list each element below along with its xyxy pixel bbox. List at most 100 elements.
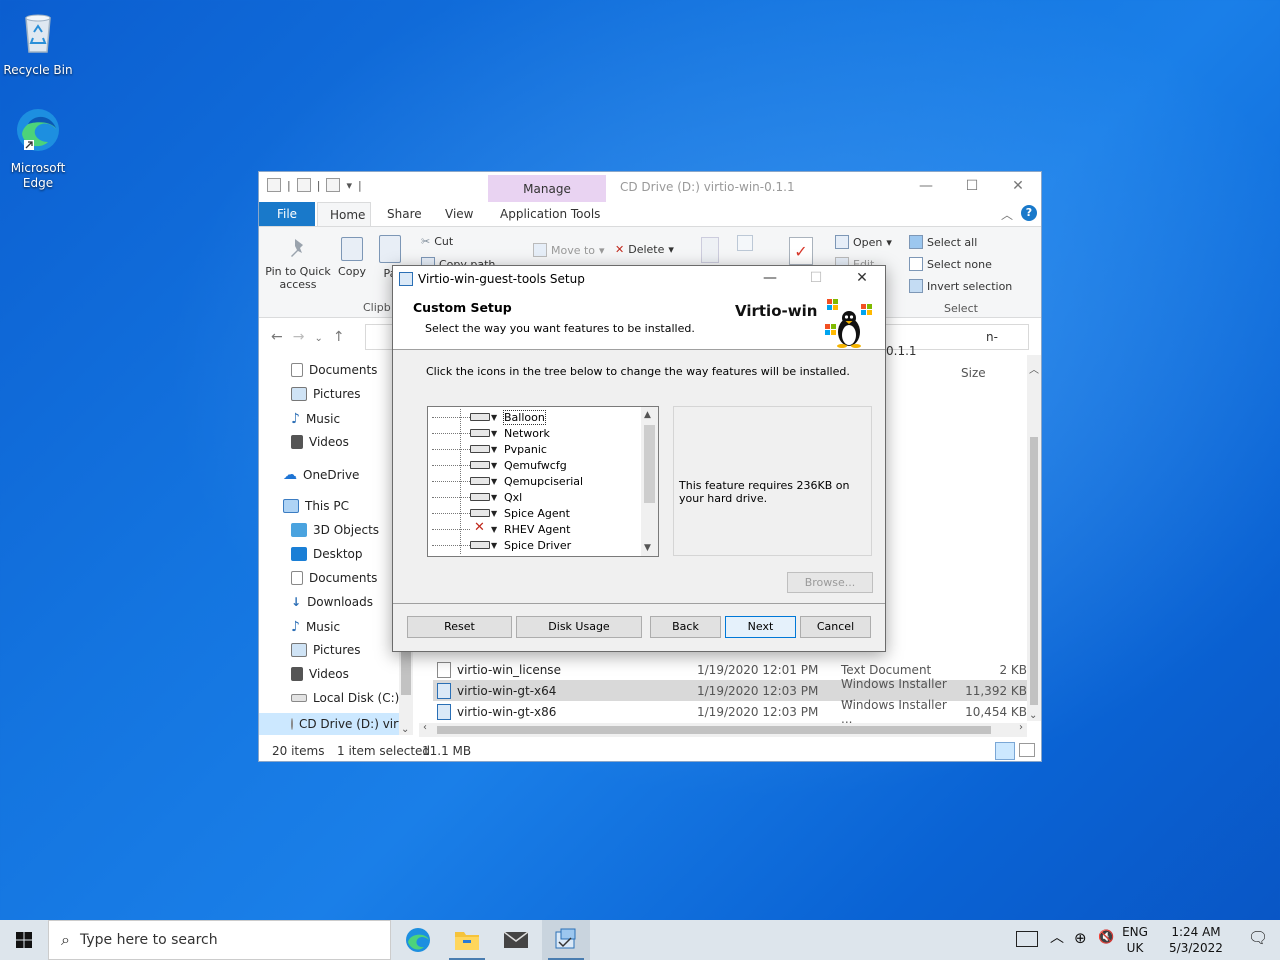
next-button[interactable]: Next [725, 616, 796, 638]
chevron-up-icon[interactable]: ︿ [1029, 361, 1039, 376]
feature-item-qemufwcfg[interactable]: ▼ Qemufwcfg [430, 457, 640, 473]
tab-view[interactable]: View [433, 202, 485, 226]
feature-state-dropdown-icon[interactable]: ▼ [470, 490, 498, 504]
chevron-down-icon[interactable]: ▾ [346, 179, 352, 192]
nav-documents[interactable]: Documents [291, 571, 377, 585]
cancel-button[interactable]: Cancel [800, 616, 871, 638]
cut-button[interactable]: ✂ Cut [421, 235, 453, 248]
tab-home[interactable]: Home [317, 202, 371, 226]
chevron-right-icon[interactable]: › [1019, 722, 1023, 733]
new-item-icon[interactable] [737, 235, 753, 251]
drive-icon[interactable] [267, 178, 281, 192]
nav-music-quick[interactable]: ♪ Music [291, 411, 340, 427]
feature-state-dropdown-icon[interactable]: ▼ [470, 410, 498, 424]
nav-this-pc[interactable]: This PC [283, 499, 349, 513]
chevron-up-icon[interactable]: ︿ [1001, 206, 1013, 223]
maximize-icon[interactable]: ☐ [949, 172, 995, 202]
explorer-title-bar[interactable]: | | ▾ | Manage CD Drive (D:) virtio-win-… [259, 172, 1041, 202]
chevron-down-icon[interactable]: ⌄ [1029, 710, 1037, 721]
move-to-button[interactable]: Move to ▾ [533, 243, 605, 257]
back-button[interactable]: Back [650, 616, 721, 638]
dialog-title-bar[interactable]: Virtio-win-guest-tools Setup — ☐ ✕ [393, 266, 885, 292]
language-indicator[interactable]: ENG UK [1118, 924, 1152, 956]
rename-icon[interactable] [701, 237, 719, 263]
nav-videos-quick[interactable]: Videos [291, 435, 349, 449]
tab-file[interactable]: File [259, 202, 315, 226]
help-icon[interactable]: ? [1021, 205, 1037, 221]
desktop-icon-recycle-bin[interactable]: Recycle Bin [0, 8, 76, 78]
disk-usage-button[interactable]: Disk Usage [516, 616, 642, 638]
feature-item-spice-driver[interactable]: ▼ Spice Driver [430, 537, 640, 553]
back-arrow-icon[interactable]: ← [271, 329, 293, 345]
file-row[interactable]: virtio-win-gt-x86 1/19/2020 12:03 PM Win… [433, 698, 1027, 726]
close-icon[interactable]: ✕ [995, 172, 1041, 202]
delete-button[interactable]: ✕ Delete ▾ [615, 243, 674, 256]
nav-desktop[interactable]: Desktop [291, 547, 363, 561]
invert-selection-button[interactable]: Invert selection [909, 279, 1012, 293]
feature-state-dropdown-icon[interactable]: ▼ [470, 458, 498, 472]
nav-3d-objects[interactable]: 3D Objects [291, 523, 379, 537]
nav-cd-drive[interactable]: CD Drive (D:) virt [259, 713, 403, 735]
scroll-thumb[interactable] [1030, 437, 1038, 705]
nav-videos[interactable]: Videos [291, 667, 349, 681]
new-folder-icon[interactable] [326, 178, 341, 192]
feature-state-dropdown-icon[interactable]: ▼ [470, 538, 498, 552]
speaker-muted-icon[interactable]: 🔇 [1098, 930, 1114, 946]
chevron-up-icon[interactable]: ︿ [1050, 930, 1064, 946]
nav-music[interactable]: ♪ Music [291, 619, 340, 635]
feature-state-dropdown-icon[interactable]: ▼ [470, 426, 498, 440]
select-all-button[interactable]: Select all [909, 235, 977, 249]
file-list-vertical-scrollbar[interactable]: ︿ ⌄ [1027, 355, 1041, 721]
feature-item-pvpanic[interactable]: ▼ Pvpanic [430, 441, 640, 457]
feature-item-rhev-agent[interactable]: ✕ ▼ RHEV Agent [430, 520, 640, 537]
feature-item-network[interactable]: ▼ Network [430, 425, 640, 441]
taskbar-search-box[interactable]: ⌕ Type here to search [48, 920, 391, 960]
scroll-thumb[interactable] [437, 726, 991, 734]
size-column-header[interactable]: Size [961, 366, 986, 380]
scroll-thumb[interactable] [644, 425, 655, 503]
close-icon[interactable]: ✕ [839, 266, 885, 292]
select-none-button[interactable]: Select none [909, 257, 992, 271]
nav-local-disk[interactable]: Local Disk (C:) [291, 691, 399, 705]
feature-item-spice-agent[interactable]: ▼ Spice Agent [430, 505, 640, 521]
network-globe-icon[interactable]: ⊕ [1074, 930, 1087, 946]
nav-downloads[interactable]: ↓ Downloads [291, 595, 373, 609]
pin-to-quick-access-button[interactable]: Pin to Quick access [265, 237, 331, 291]
taskbar-file-explorer[interactable] [443, 920, 491, 960]
nav-onedrive[interactable]: ☁ OneDrive [283, 467, 359, 483]
tab-application-tools[interactable]: Application Tools [488, 202, 613, 226]
feature-unavailable-x-icon[interactable]: ✕ ▼ [470, 520, 498, 536]
desktop-icon-edge[interactable]: Microsoft Edge [0, 106, 76, 191]
chevron-down-icon[interactable]: ⌄ [401, 724, 409, 735]
news-icon[interactable] [1016, 931, 1038, 947]
file-list-horizontal-scrollbar[interactable]: ‹ › [419, 722, 1027, 737]
start-button[interactable] [0, 920, 48, 960]
chevron-left-icon[interactable]: ‹ [423, 722, 427, 733]
minimize-icon[interactable]: — [747, 266, 793, 292]
taskbar-mail[interactable] [492, 920, 540, 960]
minimize-icon[interactable]: — [903, 172, 949, 202]
taskbar-edge[interactable] [394, 920, 442, 960]
nav-pictures[interactable]: Pictures [291, 643, 361, 657]
large-icons-view-icon[interactable] [1019, 743, 1035, 757]
feature-item-qxl[interactable]: ▼ Qxl [430, 489, 640, 505]
properties-check-icon[interactable]: ✓ [789, 237, 813, 265]
feature-tree-scrollbar[interactable]: ▲ ▼ [641, 407, 658, 556]
feature-state-dropdown-icon[interactable]: ▼ [470, 442, 498, 456]
reset-button[interactable]: Reset [407, 616, 512, 638]
clock[interactable]: 1:24 AM 5/3/2022 [1160, 924, 1232, 956]
up-arrow-icon[interactable]: ↑ [333, 329, 355, 345]
open-button[interactable]: Open ▾ [835, 235, 892, 249]
feature-item-qemupciserial[interactable]: ▼ Qemupciserial [430, 473, 640, 489]
nav-pictures-quick[interactable]: Pictures [291, 387, 361, 401]
chevron-up-icon[interactable]: ▲ [644, 410, 651, 420]
details-view-icon[interactable] [995, 742, 1015, 760]
feature-item-balloon[interactable]: ▼ Balloon [430, 409, 640, 425]
notification-icon[interactable]: 🗨 [1248, 930, 1268, 946]
chevron-down-icon[interactable]: ▼ [644, 543, 651, 553]
recent-chevron-icon[interactable]: ⌄ [314, 333, 332, 344]
tab-share[interactable]: Share [375, 202, 434, 226]
forward-arrow-icon[interactable]: → [293, 329, 315, 345]
feature-state-dropdown-icon[interactable]: ▼ [470, 474, 498, 488]
feature-state-dropdown-icon[interactable]: ▼ [470, 506, 498, 520]
